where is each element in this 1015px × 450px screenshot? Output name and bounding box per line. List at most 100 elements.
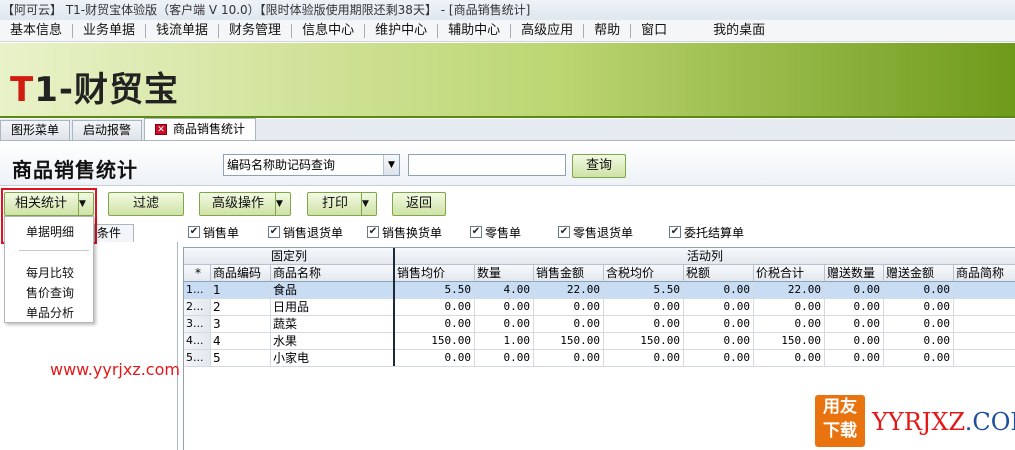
table-cell[interactable]: 0.00 (884, 333, 954, 350)
chevron-down-icon[interactable]: ▼ (361, 193, 376, 215)
table-cell[interactable]: 2 (211, 299, 271, 316)
tab-graphic-menu[interactable]: 图形菜单 (0, 120, 71, 140)
table-cell[interactable]: 0.00 (684, 333, 754, 350)
table-cell[interactable]: 150.00 (534, 333, 604, 350)
search-input[interactable] (408, 154, 566, 176)
menu-item[interactable]: 维护中心 (365, 20, 437, 42)
table-cell[interactable]: 0.00 (604, 299, 684, 316)
column-header[interactable]: 数量 (475, 265, 534, 282)
tab-conditions[interactable]: 条件 (94, 224, 134, 242)
table-cell[interactable]: 0.00 (825, 282, 884, 299)
table-cell[interactable]: 150.00 (604, 333, 684, 350)
tab-startup-alarm[interactable]: 启动报警 (72, 120, 143, 140)
checkbox-icon[interactable]: ✔ (268, 226, 280, 238)
filter-retail[interactable]: ✔ 零售单 (470, 223, 521, 241)
print-button[interactable]: 打印 ▼ (307, 192, 377, 216)
table-cell[interactable]: 0.00 (395, 299, 475, 316)
checkbox-icon[interactable]: ✔ (669, 226, 681, 238)
table-cell[interactable]: 0.00 (825, 299, 884, 316)
query-type-select[interactable]: 编码名称助记码查询 ▼ (223, 154, 400, 176)
menu-item-price-query[interactable]: 售价查询 (26, 284, 74, 301)
back-button[interactable]: 返回 (392, 192, 446, 216)
table-cell[interactable]: 0.00 (825, 316, 884, 333)
column-header[interactable]: 商品简称 (954, 265, 1015, 282)
table-cell[interactable]: 0.00 (684, 299, 754, 316)
table-cell[interactable]: 0.00 (754, 350, 825, 367)
menu-item-monthly-compare[interactable]: 每月比较 (26, 264, 74, 281)
column-header[interactable]: 销售金额 (534, 265, 604, 282)
column-header[interactable]: 销售均价 (395, 265, 475, 282)
table-cell[interactable]: 0.00 (475, 350, 534, 367)
column-header[interactable]: 商品名称 (271, 265, 395, 282)
table-cell[interactable]: 0.00 (884, 316, 954, 333)
table-cell[interactable]: 0.00 (475, 299, 534, 316)
table-cell[interactable]: 0.00 (475, 316, 534, 333)
table-cell[interactable]: 蔬菜 (271, 316, 395, 333)
table-cell[interactable]: 0.00 (884, 299, 954, 316)
table-cell[interactable]: 1.00 (475, 333, 534, 350)
table-cell[interactable]: 0.00 (604, 316, 684, 333)
filter-consignment[interactable]: ✔ 委托结算单 (669, 223, 744, 241)
table-cell[interactable]: 0.00 (825, 333, 884, 350)
filter-retail-return[interactable]: ✔ 零售退货单 (558, 223, 633, 241)
menu-item[interactable]: 辅助中心 (438, 20, 510, 42)
column-header[interactable]: 赠送金额 (884, 265, 954, 282)
checkbox-icon[interactable]: ✔ (558, 226, 570, 238)
filter-sales-order[interactable]: ✔ 销售单 (188, 223, 239, 241)
table-cell[interactable]: 22.00 (534, 282, 604, 299)
table-cell[interactable]: 4... (184, 333, 211, 350)
table-cell[interactable]: 4.00 (475, 282, 534, 299)
table-cell[interactable] (954, 316, 1015, 333)
chevron-down-icon[interactable]: ▼ (275, 193, 290, 215)
menu-item[interactable]: 业务单据 (73, 20, 145, 42)
table-cell[interactable]: 5.50 (604, 282, 684, 299)
table-cell[interactable]: 0.00 (684, 282, 754, 299)
column-header[interactable]: 价税合计 (754, 265, 825, 282)
table-cell[interactable]: 3 (211, 316, 271, 333)
close-tab-icon[interactable]: ✕ (155, 124, 168, 135)
table-cell[interactable]: 0.00 (395, 350, 475, 367)
table-cell[interactable]: 0.00 (684, 316, 754, 333)
table-cell[interactable] (954, 350, 1015, 367)
table-cell[interactable]: 0.00 (684, 350, 754, 367)
table-cell[interactable]: 0.00 (754, 316, 825, 333)
table-cell[interactable]: 0.00 (534, 316, 604, 333)
checkbox-icon[interactable]: ✔ (188, 226, 200, 238)
table-cell[interactable]: 5 (211, 350, 271, 367)
table-cell[interactable]: 小家电 (271, 350, 395, 367)
query-button[interactable]: 查询 (572, 154, 626, 178)
menu-item[interactable]: 窗口 (631, 20, 677, 42)
table-cell[interactable]: 1... (184, 282, 211, 299)
table-cell[interactable]: 0.00 (825, 350, 884, 367)
menu-item[interactable]: 钱流单据 (146, 20, 218, 42)
filter-button[interactable]: 过滤 (108, 192, 184, 216)
table-cell[interactable]: 0.00 (395, 316, 475, 333)
chevron-down-icon[interactable]: ▼ (383, 155, 399, 175)
table-cell[interactable]: 日用品 (271, 299, 395, 316)
advanced-ops-button[interactable]: 高级操作 ▼ (199, 192, 291, 216)
table-cell[interactable]: 4 (211, 333, 271, 350)
column-header[interactable]: 赠送数量 (825, 265, 884, 282)
table-cell[interactable]: 2... (184, 299, 211, 316)
table-cell[interactable] (954, 282, 1015, 299)
checkbox-icon[interactable]: ✔ (470, 226, 482, 238)
table-cell[interactable]: 0.00 (884, 282, 954, 299)
table-cell[interactable]: 5... (184, 350, 211, 367)
checkbox-icon[interactable]: ✔ (367, 226, 379, 238)
table-cell[interactable]: 0.00 (534, 350, 604, 367)
menu-item[interactable]: 我的桌面 (703, 20, 775, 42)
table-cell[interactable]: 0.00 (754, 299, 825, 316)
table-cell[interactable]: 1 (211, 282, 271, 299)
table-cell[interactable]: 3... (184, 316, 211, 333)
table-cell[interactable] (954, 333, 1015, 350)
table-cell[interactable]: 5.50 (395, 282, 475, 299)
table-cell[interactable] (954, 299, 1015, 316)
filter-sales-exchange[interactable]: ✔ 销售换货单 (367, 223, 442, 241)
column-header[interactable]: 含税均价 (604, 265, 684, 282)
table-cell[interactable]: 0.00 (604, 350, 684, 367)
menu-item[interactable]: 财务管理 (219, 20, 291, 42)
table-cell[interactable]: 22.00 (754, 282, 825, 299)
menu-item-item-analysis[interactable]: 单品分析 (26, 304, 74, 321)
menu-item-document-detail[interactable]: 单据明细 (26, 223, 74, 240)
filter-sales-return[interactable]: ✔ 销售退货单 (268, 223, 343, 241)
